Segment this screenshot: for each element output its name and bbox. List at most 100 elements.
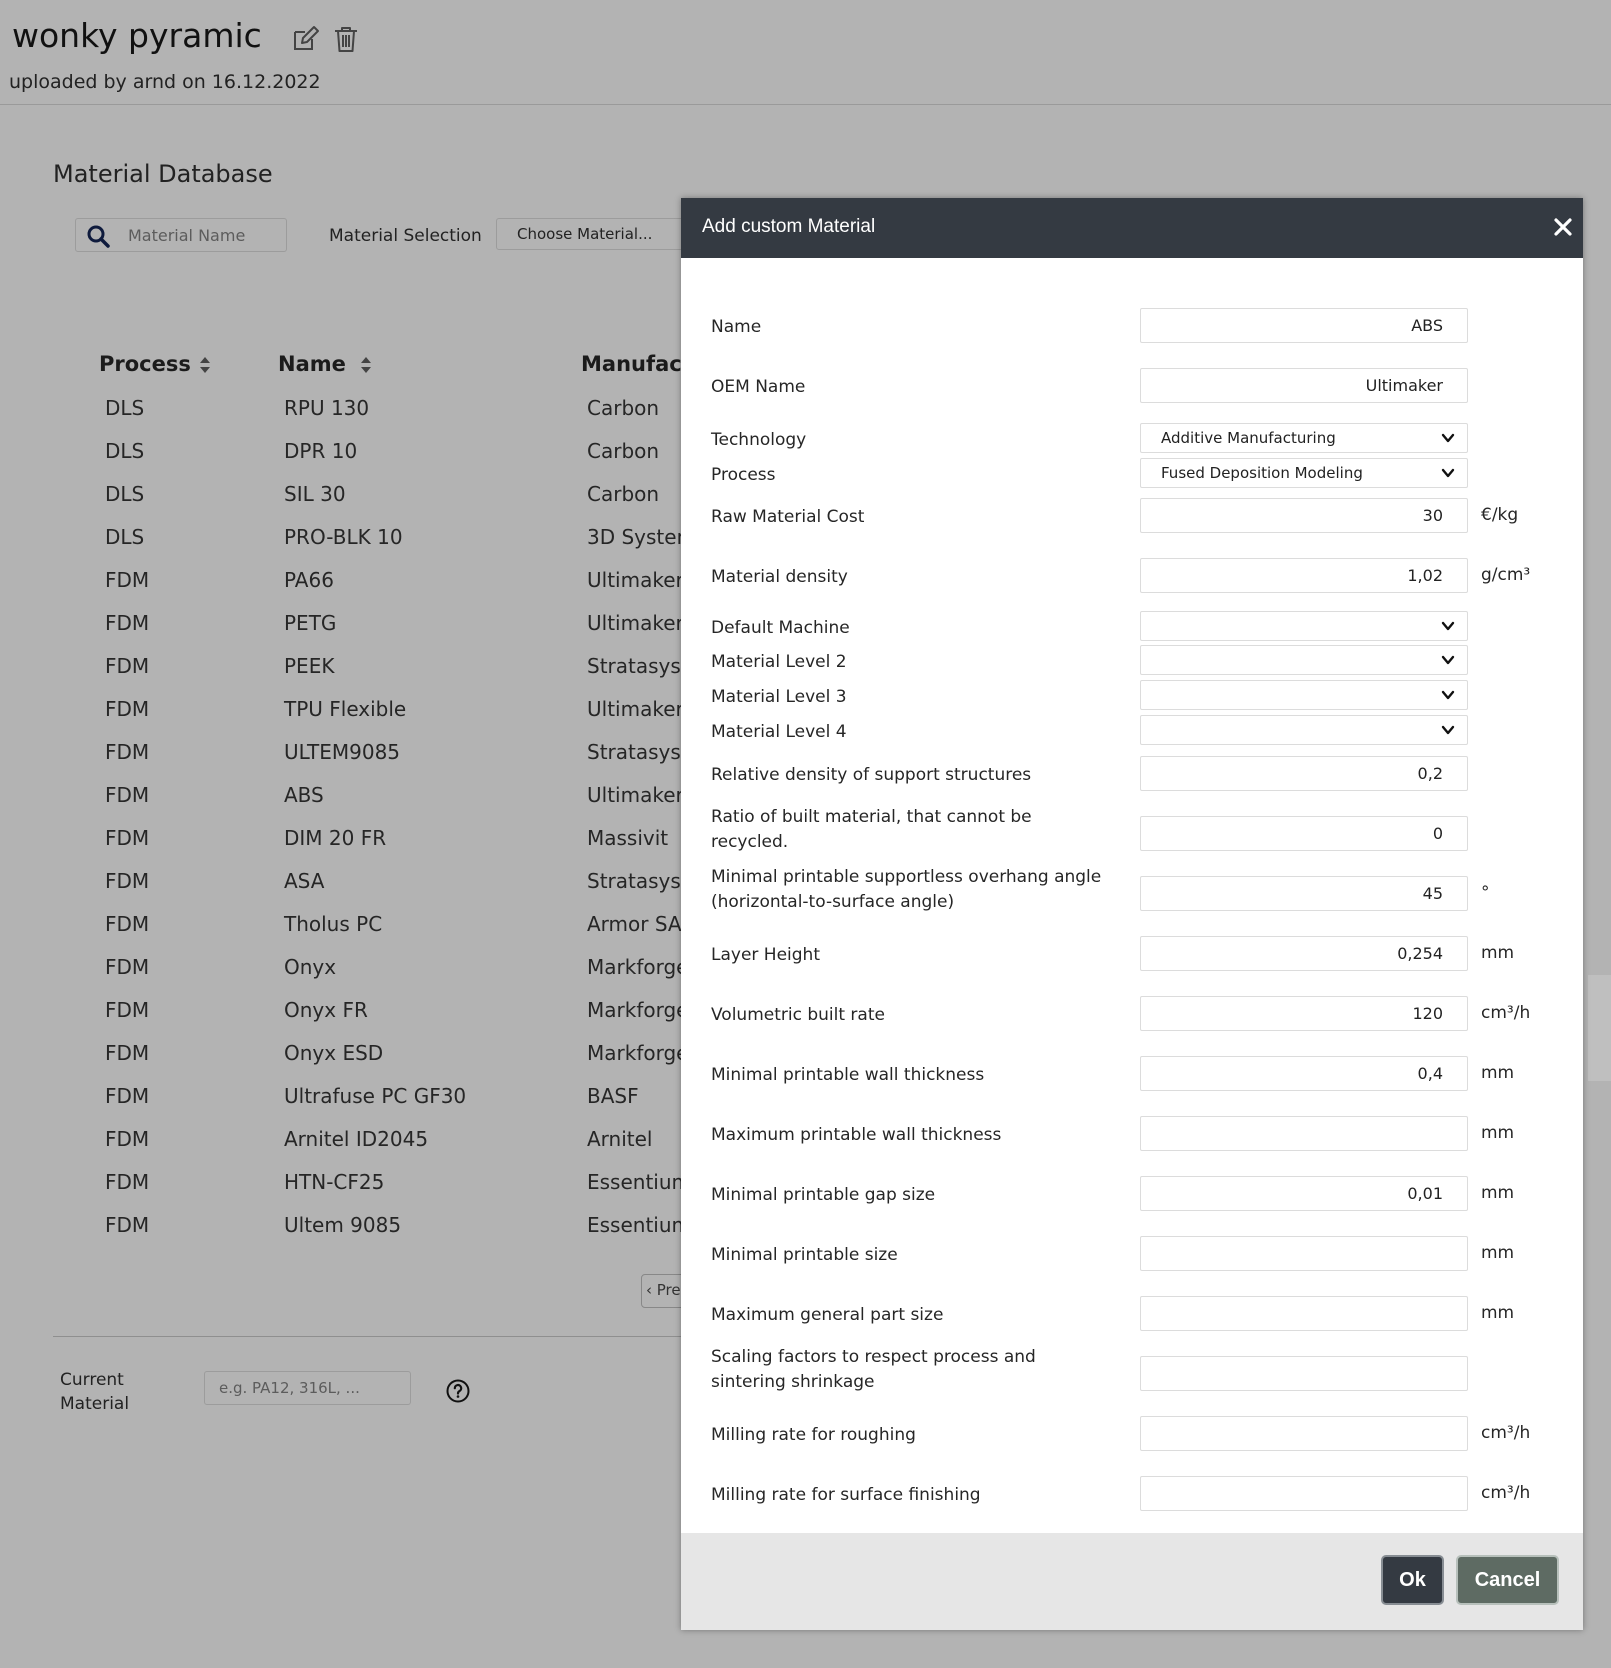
field-label-maximum-general-part-size: Maximum general part size [711, 1305, 944, 1325]
field-label-material-level-4: Material Level 4 [711, 721, 847, 742]
table-cell-name[interactable]: PETG [284, 611, 336, 635]
table-cell-name[interactable]: ABS [284, 783, 324, 807]
table-cell-name[interactable]: RPU 130 [284, 396, 369, 420]
table-cell-manufacturer: BASF [587, 1084, 639, 1108]
cancel-button[interactable]: Cancel [1456, 1555, 1559, 1605]
table-cell-name[interactable]: Ultem 9085 [284, 1213, 401, 1237]
table-cell-process: FDM [105, 740, 150, 764]
table-cell-name[interactable]: TPU Flexible [284, 697, 406, 721]
input-volumetric-built-rate[interactable] [1140, 996, 1468, 1031]
table-cell-name[interactable]: PA66 [284, 568, 334, 592]
table-cell-manufacturer: Arnitel [587, 1127, 653, 1151]
table-cell-process: DLS [105, 396, 145, 420]
current-material-input[interactable] [204, 1371, 411, 1405]
unit-label: mm [1481, 1183, 1515, 1203]
input-raw-material-cost[interactable] [1140, 498, 1468, 533]
input-relative-density-of-support-structures[interactable] [1140, 756, 1468, 791]
table-cell-process: FDM [105, 568, 150, 592]
table-cell-manufacturer: 3D Systems [587, 525, 681, 549]
select-material-level-4[interactable] [1140, 715, 1468, 745]
material-search-input[interactable] [126, 223, 276, 247]
select-material-level-2[interactable] [1140, 645, 1468, 675]
input-ratio-of-built-material-that-cannot-be-r[interactable] [1140, 816, 1468, 851]
field-label-milling-rate-for-roughing: Milling rate for roughing [711, 1425, 916, 1445]
table-cell-name[interactable]: DPR 10 [284, 439, 357, 463]
edit-icon[interactable] [290, 24, 320, 54]
input-minimal-printable-size[interactable] [1140, 1236, 1468, 1271]
select-process[interactable]: Fused Deposition Modeling [1140, 458, 1468, 488]
table-cell-name[interactable]: Ultrafuse PC GF30 [284, 1084, 466, 1108]
table-cell-process: FDM [105, 1170, 150, 1194]
section-title: Material Database [53, 160, 273, 188]
table-cell-manufacturer: Markforged [587, 1041, 681, 1065]
table-cell-manufacturer: Carbon [587, 396, 660, 420]
table-cell-name[interactable]: Tholus PC [284, 912, 382, 936]
input-maximum-printable-wall-thickness[interactable] [1140, 1116, 1468, 1151]
field-label-relative-density-of-support-structures: Relative density of support structures [711, 765, 1032, 785]
sort-icon[interactable] [198, 355, 212, 375]
current-material-label: Current Material [60, 1370, 130, 1414]
field-label-oem-name: OEM Name [711, 377, 806, 397]
input-name[interactable] [1140, 308, 1468, 343]
material-search[interactable] [75, 218, 287, 252]
field-label-scaling-factors-to-respect-process-and-s: Scaling factors to respect process and s… [711, 1347, 1036, 1392]
select-default-machine[interactable] [1140, 611, 1468, 641]
input-oem-name[interactable] [1140, 368, 1468, 403]
field-label-layer-height: Layer Height [711, 945, 820, 965]
table-cell-manufacturer: Carbon [587, 439, 660, 463]
input-minimal-printable-wall-thickness[interactable] [1140, 1056, 1468, 1091]
table-cell-name[interactable]: ASA [284, 869, 324, 893]
field-label-minimal-printable-supportless-overhang-a: Minimal printable supportless overhang a… [711, 867, 1102, 912]
input-minimal-printable-supportless-overhang-a[interactable] [1140, 876, 1468, 911]
table-cell-manufacturer: Carbon [587, 482, 660, 506]
modal-header: Add custom Material [681, 198, 1583, 258]
unit-label: mm [1481, 1303, 1515, 1323]
input-scaling-factors-to-respect-process-and-s[interactable] [1140, 1356, 1468, 1391]
sort-icon[interactable] [359, 355, 373, 375]
table-cell-name[interactable]: Onyx FR [284, 998, 368, 1022]
input-layer-height[interactable] [1140, 936, 1468, 971]
search-icon [87, 225, 110, 248]
table-cell-name[interactable]: HTN-CF25 [284, 1170, 384, 1194]
page-title: wonky pyramic [12, 16, 262, 55]
table-cell-process: FDM [105, 654, 150, 678]
divider [53, 1336, 693, 1337]
ok-button[interactable]: Ok [1381, 1555, 1444, 1605]
table-cell-name[interactable]: PEEK [284, 654, 334, 678]
table-cell-name[interactable]: DIM 20 FR [284, 826, 386, 850]
table-cell-name[interactable]: Arnitel ID2045 [284, 1127, 428, 1151]
input-milling-rate-for-roughing[interactable] [1140, 1416, 1468, 1451]
input-minimal-printable-gap-size[interactable] [1140, 1176, 1468, 1211]
table-cell-name[interactable]: Onyx ESD [284, 1041, 383, 1065]
table-cell-name[interactable]: SIL 30 [284, 482, 346, 506]
select-technology[interactable]: Additive Manufacturing [1140, 423, 1468, 453]
upload-info: uploaded by arnd on 16.12.2022 [9, 71, 321, 93]
close-icon[interactable] [1551, 215, 1575, 239]
chevron-down-icon [1441, 468, 1455, 478]
table-cell-manufacturer: Stratasys [587, 869, 681, 893]
select-material-level-3[interactable] [1140, 680, 1468, 710]
input-milling-rate-for-surface-finishing[interactable] [1140, 1476, 1468, 1511]
table-cell-name[interactable]: PRO-BLK 10 [284, 525, 403, 549]
table-cell-manufacturer: Ultimaker [587, 611, 681, 635]
manufacturer-column: Manufacturer Carbon Carbon Carbon 3D System… [570, 340, 681, 1240]
field-label-process: Process [711, 464, 776, 485]
input-material-density[interactable] [1140, 558, 1468, 593]
field-label-volumetric-built-rate: Volumetric built rate [711, 1005, 885, 1025]
help-icon[interactable] [446, 1379, 470, 1403]
column-header-name[interactable]: Name [278, 352, 346, 376]
trash-icon[interactable] [331, 24, 361, 54]
field-label-maximum-printable-wall-thickness: Maximum printable wall thickness [711, 1125, 1002, 1145]
column-header-process[interactable]: Process [99, 352, 191, 376]
table-cell-name[interactable]: Onyx [284, 955, 336, 979]
unit-label: mm [1481, 1243, 1515, 1263]
table-cell-process: FDM [105, 826, 150, 850]
input-maximum-general-part-size[interactable] [1140, 1296, 1468, 1331]
choose-material-dropdown[interactable]: Choose Material... [496, 218, 686, 250]
table-cell-name[interactable]: ULTEM9085 [284, 740, 400, 764]
unit-label: g/cm³ [1481, 565, 1531, 585]
field-label-minimal-printable-size: Minimal printable size [711, 1245, 898, 1265]
column-header-manufacturer[interactable]: Manufacturer [581, 352, 681, 376]
table-cell-manufacturer: Ultimaker [587, 568, 681, 592]
table-cell-process: FDM [105, 998, 150, 1022]
